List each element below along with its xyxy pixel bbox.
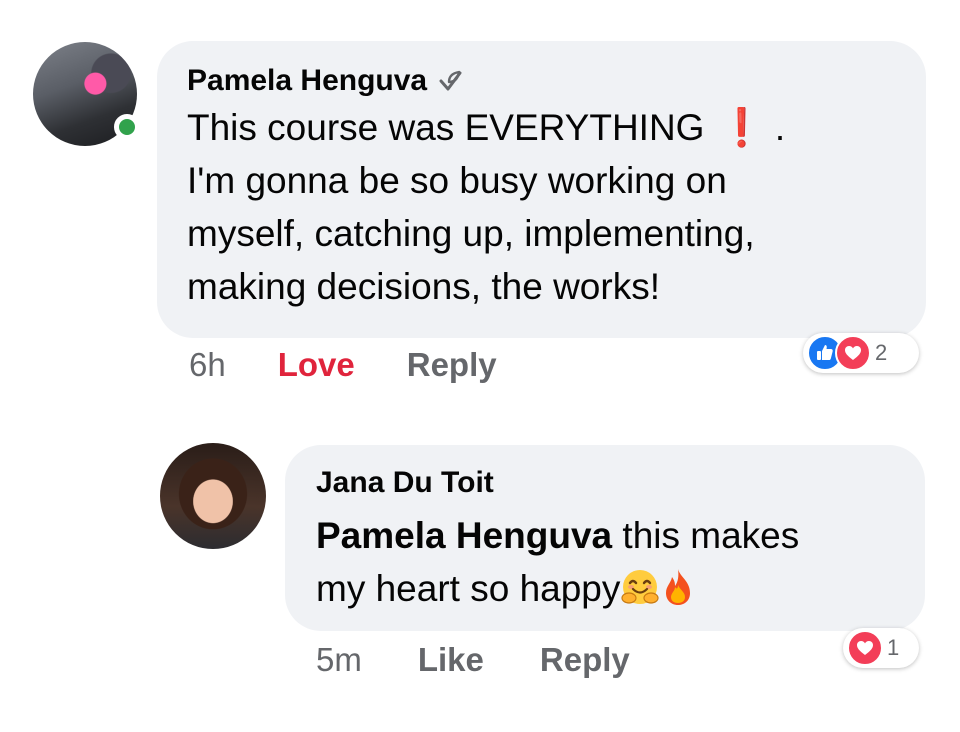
love-button[interactable]: Love	[278, 346, 355, 384]
love-reaction-icon	[835, 335, 871, 371]
reaction-summary[interactable]: 2	[803, 333, 919, 373]
comment-author[interactable]: Pamela Henguva	[187, 63, 427, 99]
reaction-count: 1	[887, 635, 900, 660]
love-reaction-icon	[847, 630, 883, 666]
comment-actions: 6h Love Reply	[189, 346, 497, 384]
comment-text: This course was EVERYTHING ❗ . I'm gonna …	[187, 107, 786, 307]
hugging-face-emoji-icon	[620, 567, 660, 607]
reply-button[interactable]: Reply	[407, 346, 497, 384]
timestamp[interactable]: 5m	[316, 641, 362, 679]
mention-link[interactable]: Pamela Henguva	[316, 515, 612, 556]
comment-text: Pamela Henguva this makes my heart so ha…	[316, 515, 800, 609]
reaction-count: 2	[875, 340, 888, 365]
reply-button[interactable]: Reply	[540, 641, 630, 679]
fan-badge-icon[interactable]	[437, 68, 463, 94]
like-button[interactable]: Like	[418, 641, 484, 679]
fire-emoji-icon	[660, 567, 696, 607]
avatar-jana[interactable]	[160, 443, 266, 549]
avatar-pamela[interactable]	[33, 42, 140, 146]
comment-bubble: Pamela Henguva This course was EVERYTHIN…	[157, 41, 926, 338]
reaction-summary[interactable]: 1	[843, 628, 919, 668]
comment-author[interactable]: Jana Du Toit	[316, 465, 894, 501]
profile-photo	[160, 443, 266, 549]
exclamation-emoji: ❗	[718, 107, 765, 148]
reply-bubble: Jana Du Toit Pamela Henguva this makes m…	[285, 445, 925, 631]
timestamp[interactable]: 6h	[189, 346, 226, 384]
comment-actions: 5m Like Reply	[316, 641, 630, 679]
online-status-indicator	[114, 114, 140, 140]
